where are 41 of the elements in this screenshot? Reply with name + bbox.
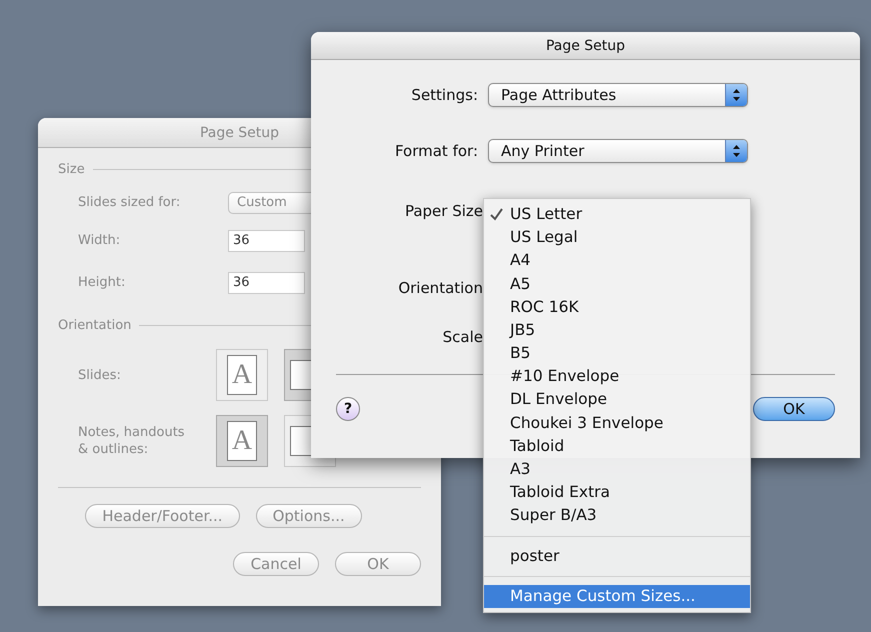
field-label: Notes, handouts & outlines: [78, 424, 186, 458]
menu-item[interactable]: poster [484, 544, 750, 568]
field-label: Settings: [410, 84, 479, 106]
help-button[interactable]: ? [336, 396, 360, 420]
portrait-page-icon: A [227, 421, 257, 461]
field-label: Slides: [78, 366, 122, 384]
menu-item[interactable]: ROC 16K [484, 296, 750, 319]
format-for-popup[interactable]: Any Printer [488, 139, 748, 163]
section-label: Orientation [58, 316, 132, 334]
orientation-option[interactable]: A [216, 415, 268, 467]
checkmark-icon [490, 208, 503, 222]
field-label: Width: [78, 232, 122, 250]
menu-item[interactable]: A4 [484, 249, 750, 273]
field-label: Paper Size [404, 201, 483, 222]
stepper-arrows-icon [732, 144, 741, 158]
menu-item[interactable]: DL Envelope [484, 388, 750, 412]
menu-item[interactable]: Manage Custom Sizes... [484, 584, 750, 608]
menu-item[interactable]: Tabloid Extra [484, 481, 750, 504]
stepper-arrows-icon [732, 88, 741, 102]
window-title: Page Setup [311, 32, 860, 60]
field-label: Slides sized for: [78, 194, 182, 212]
menu-item[interactable]: JB5 [484, 318, 750, 342]
section-label: Size [58, 161, 85, 179]
menu-item[interactable]: A3 [484, 458, 750, 482]
menu-item[interactable]: B5 [484, 342, 750, 366]
settings-popup[interactable]: Page Attributes [488, 83, 748, 107]
menu-item[interactable]: Super B/A3 [484, 504, 750, 528]
menu-item[interactable]: US Legal [484, 226, 750, 250]
menu-item[interactable]: Choukei 3 Envelope [484, 412, 750, 435]
orientation-option[interactable]: A [216, 349, 268, 401]
width-field[interactable]: 36 [228, 230, 305, 252]
field-label: Height: [78, 274, 126, 292]
menu-item[interactable]: A5 [484, 272, 750, 296]
menu-item[interactable]: US Letter [484, 203, 750, 226]
height-field[interactable]: 36 [228, 272, 305, 294]
portrait-page-icon: A [227, 355, 257, 395]
menu-item[interactable]: Tabloid [484, 434, 750, 458]
field-label: Orientation [397, 278, 483, 298]
field-label: Scale [442, 327, 483, 348]
ok-button[interactable]: OK [753, 396, 835, 420]
menu-item[interactable]: #10 Envelope [484, 365, 750, 388]
